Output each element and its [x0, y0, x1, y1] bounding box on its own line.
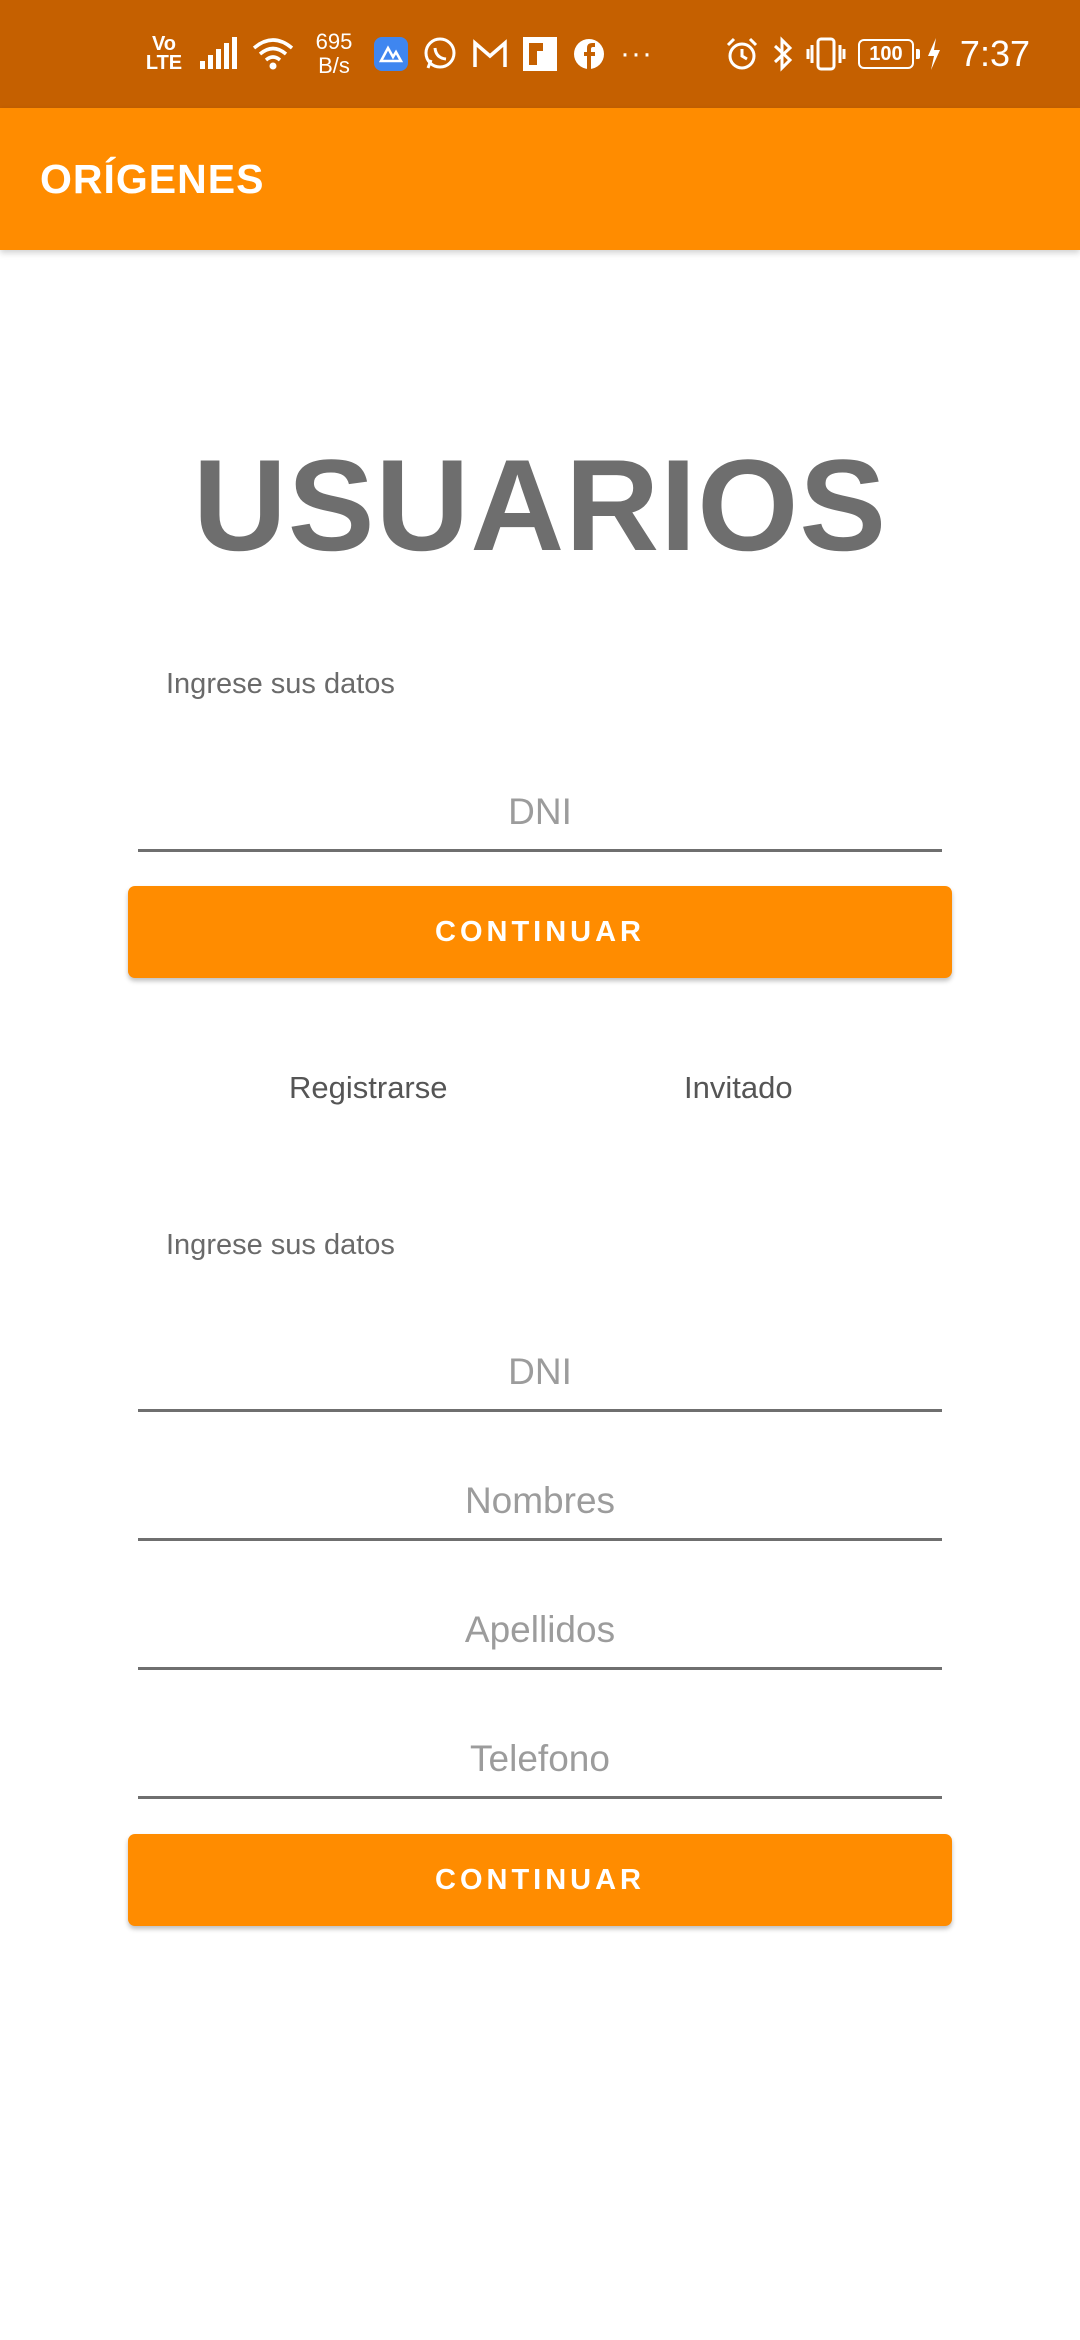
register-prompt-label: Ingrese sus datos	[166, 1229, 395, 1261]
login-dni-input[interactable]	[138, 764, 942, 849]
battery-icon: 100	[857, 39, 920, 69]
net-speed-unit: B/s	[318, 53, 350, 78]
login-continue-button[interactable]: CONTINUAR	[128, 886, 952, 978]
vibrate-icon	[806, 36, 846, 72]
gmail-icon	[472, 39, 508, 69]
app-tile-icon	[522, 36, 558, 72]
register-names-field	[138, 1453, 942, 1541]
more-notifications-icon: ···	[620, 37, 653, 70]
facebook-icon	[572, 37, 606, 71]
app-title: ORÍGENES	[40, 156, 265, 202]
alarm-icon	[724, 36, 760, 72]
login-prompt-label: Ingrese sus datos	[166, 668, 395, 700]
app-bar: ORÍGENES	[0, 108, 1080, 250]
signal-icon	[198, 37, 238, 71]
net-speed: 695 B/s	[308, 30, 360, 78]
register-dni-input[interactable]	[138, 1324, 942, 1409]
register-names-input[interactable]	[138, 1453, 942, 1538]
charging-icon	[926, 37, 942, 71]
page-title: USUARIOS	[192, 432, 888, 578]
volte-indicator: Vo LTE	[144, 34, 184, 74]
battery-level: 100	[869, 42, 903, 65]
register-surnames-field	[138, 1582, 942, 1670]
app-icon	[374, 37, 408, 71]
wifi-icon	[252, 37, 294, 71]
whatsapp-icon	[422, 36, 458, 72]
register-phone-input[interactable]	[138, 1711, 942, 1796]
net-speed-value: 695	[315, 29, 353, 54]
guest-link[interactable]: Invitado	[684, 1070, 793, 1106]
bluetooth-icon	[772, 36, 794, 72]
register-continue-button[interactable]: CONTINUAR	[128, 1834, 952, 1926]
status-bar-left: Vo LTE 695 B/s ···	[144, 0, 653, 108]
register-dni-field	[138, 1324, 942, 1412]
register-phone-field	[138, 1711, 942, 1799]
status-bar: Vo LTE 695 B/s ··· 100 7:37	[0, 0, 1080, 108]
login-dni-field	[138, 764, 942, 852]
register-link[interactable]: Registrarse	[289, 1070, 448, 1106]
volte-bottom-text: LTE	[145, 52, 183, 74]
status-bar-right: 100 7:37	[724, 0, 1030, 108]
register-surnames-input[interactable]	[138, 1582, 942, 1667]
clock: 7:37	[959, 33, 1030, 74]
